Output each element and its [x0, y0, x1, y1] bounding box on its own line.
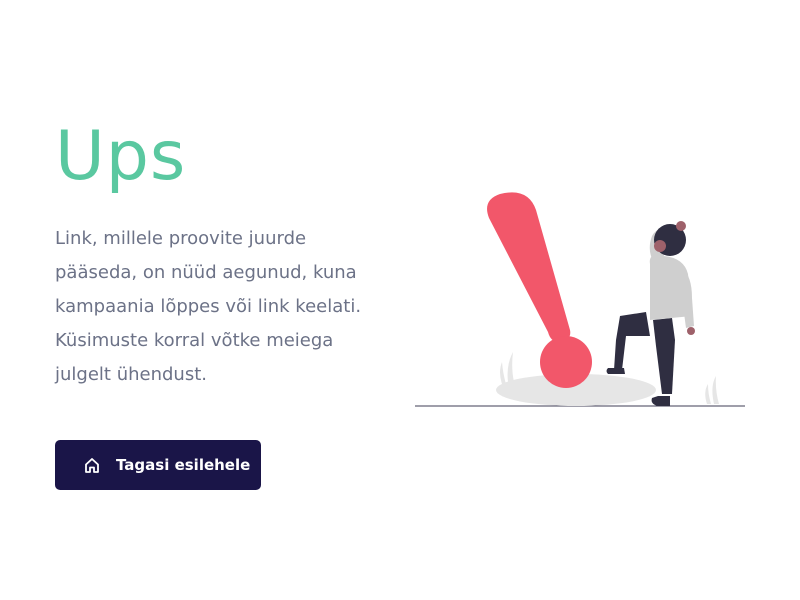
page-title: Ups: [55, 117, 187, 196]
error-message: Link, millele proovite juurde pääseda, o…: [55, 228, 362, 385]
back-button-label: Tagasi esilehele: [116, 456, 251, 474]
error-illustration: [415, 192, 745, 407]
home-icon: [84, 457, 100, 474]
error-page: Ups Link, millele proovite juurde pääsed…: [0, 0, 800, 600]
back-to-home-button[interactable]: Tagasi esilehele: [55, 440, 261, 490]
